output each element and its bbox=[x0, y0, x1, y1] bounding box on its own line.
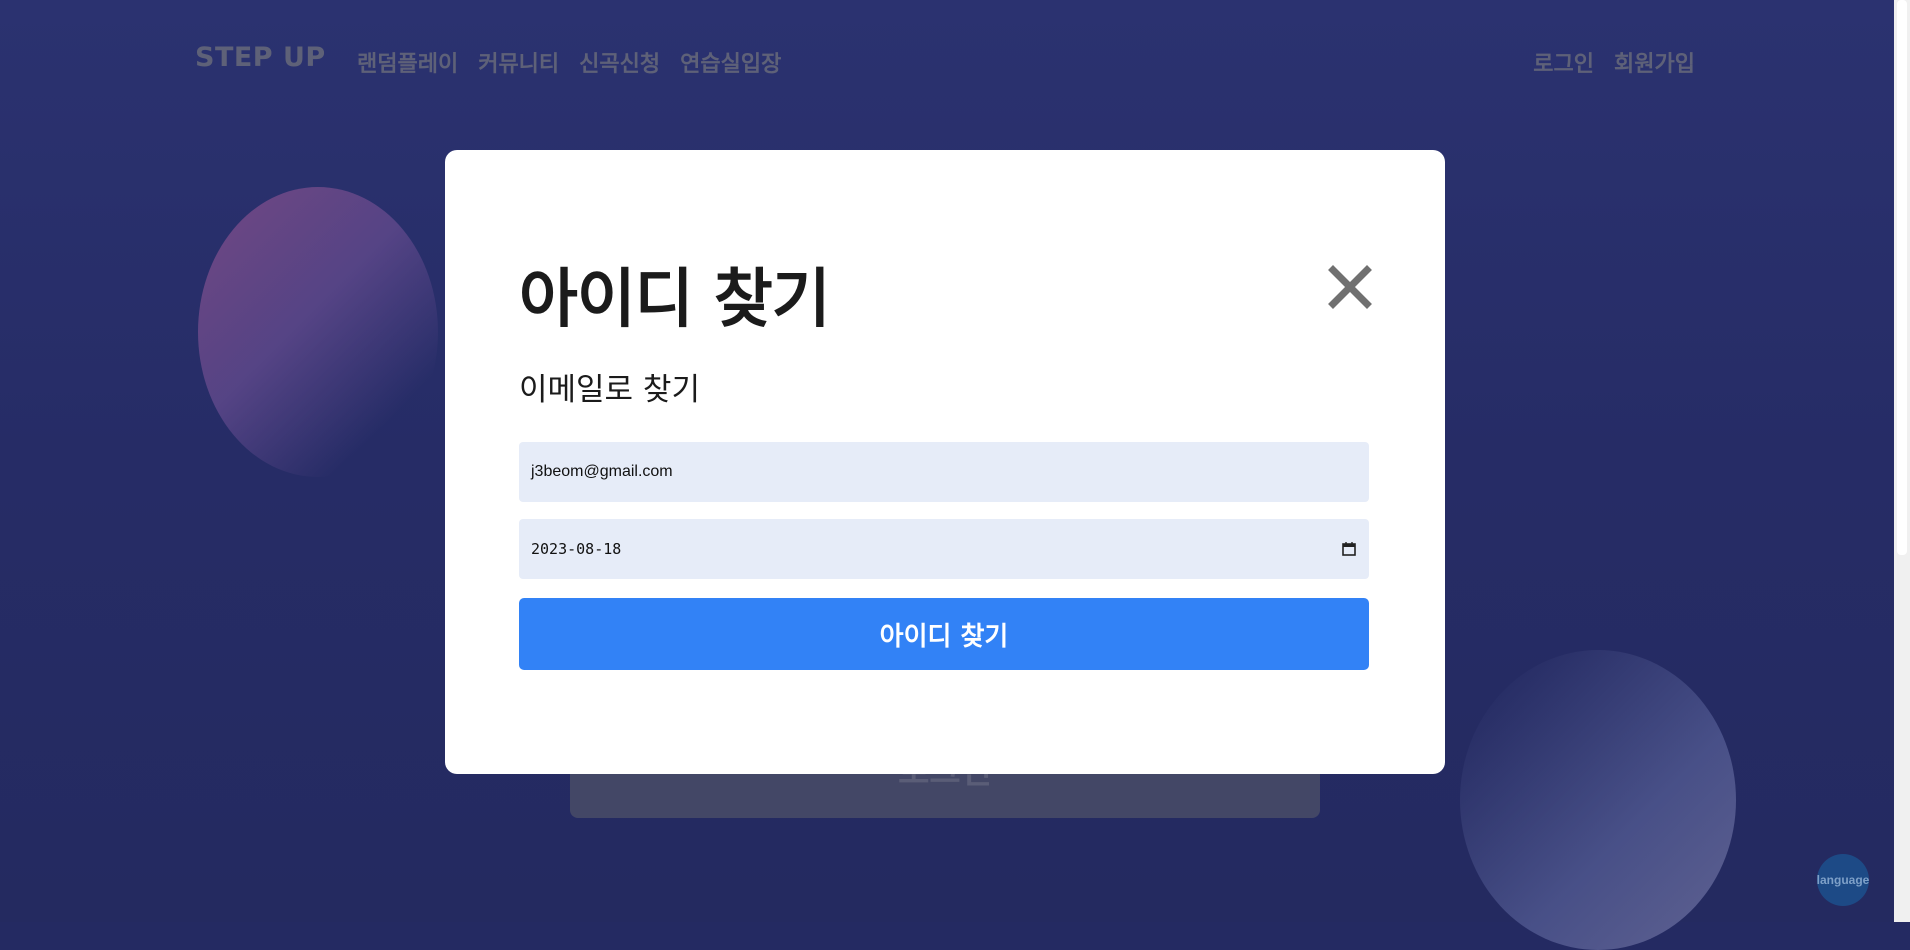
close-icon bbox=[1328, 265, 1372, 309]
date-value: 2023-08-18 bbox=[531, 540, 622, 558]
email-value: j3beom@gmail.com bbox=[531, 463, 673, 480]
modal-title: 아이디 찾기 bbox=[519, 263, 831, 337]
email-field[interactable]: j3beom@gmail.com bbox=[519, 442, 1369, 502]
find-id-button[interactable]: 아이디 찾기 bbox=[519, 598, 1369, 670]
calendar-icon[interactable] bbox=[1341, 541, 1357, 557]
language-button[interactable]: language bbox=[1817, 854, 1869, 906]
find-id-modal: 아이디 찾기 이메일로 찾기 j3beom@gmail.com 2023-08-… bbox=[445, 150, 1445, 774]
modal-subtitle: 이메일로 찾기 bbox=[519, 372, 700, 408]
close-button[interactable] bbox=[1327, 264, 1373, 310]
scrollbar[interactable] bbox=[1894, 0, 1910, 922]
birthdate-field[interactable]: 2023-08-18 bbox=[519, 519, 1369, 579]
scrollbar-thumb[interactable] bbox=[1897, 0, 1907, 555]
